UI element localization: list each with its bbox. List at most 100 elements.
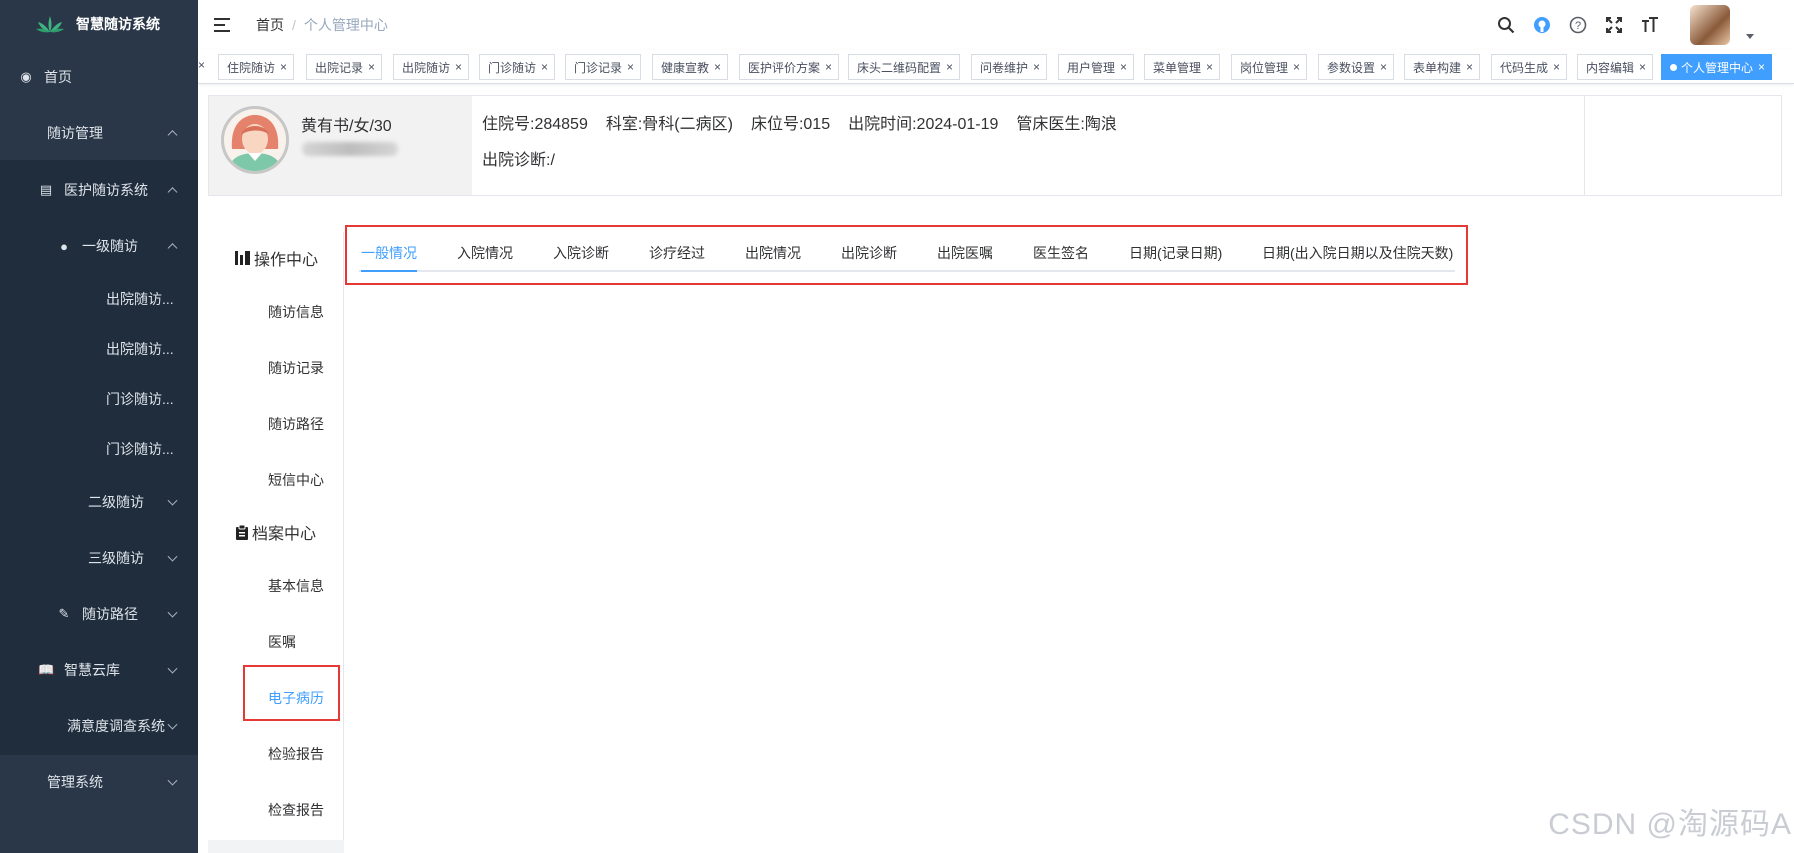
tag-label: 代码生成 xyxy=(1500,60,1549,75)
department: 科室:骨科(二病区) xyxy=(605,116,733,133)
caret-down-icon[interactable] xyxy=(1746,33,1754,39)
sidebar-item-nursing-followup[interactable]: ▤ 医护随访系统 xyxy=(0,162,198,218)
patient-profile: 黄有书/女/30 xyxy=(209,96,472,195)
ops-item-followup-path[interactable]: 随访路径 xyxy=(268,414,324,434)
help-icon[interactable]: ? xyxy=(1568,15,1588,35)
patient-card-right-panel xyxy=(1584,96,1781,195)
sidebar-item-satisfaction[interactable]: 满意度调查系统 xyxy=(0,698,198,754)
tag-form-builder[interactable]: 表单构建 × xyxy=(1404,54,1481,80)
tag-code-generation[interactable]: 代码生成 × xyxy=(1491,54,1568,80)
sidebar-item-discharge-followup-2[interactable]: 出院随访... xyxy=(0,321,198,377)
sidebar-item-outpatient-followup-1[interactable]: 门诊随访... xyxy=(0,371,198,427)
sidebar: 智慧随访系统 ◉ 首页 随访管理 ▤ 医护随访系统 ● 一级随访 出院随访...… xyxy=(0,0,198,853)
breadcrumb: 首页 / 个人管理中心 xyxy=(256,15,388,35)
sidebar-item-followup-management[interactable]: 随访管理 xyxy=(0,105,198,161)
close-icon[interactable]: × xyxy=(1639,60,1646,74)
ops-item-followup-record[interactable]: 随访记录 xyxy=(268,358,324,378)
ops-item-exam-report[interactable]: 检查报告 xyxy=(268,800,324,820)
close-icon[interactable]: × xyxy=(1033,60,1040,74)
font-size-icon[interactable] xyxy=(1640,15,1660,35)
chevron-up-icon xyxy=(167,243,178,254)
chevron-down-icon xyxy=(167,719,178,730)
sidebar-item-label: 满意度调查系统 xyxy=(67,718,165,734)
tag-qrcode-config[interactable]: 床头二维码配置 × xyxy=(848,54,961,80)
discharge-diagnosis: 出院诊断:/ xyxy=(482,152,555,169)
sidebar-item-outpatient-followup-2[interactable]: 门诊随访... xyxy=(0,421,198,477)
tag-parameter-settings[interactable]: 参数设置 × xyxy=(1318,54,1395,80)
tag-menu-management[interactable]: 菜单管理 × xyxy=(1144,54,1221,80)
sidebar-item-home[interactable]: ◉ 首页 xyxy=(0,49,198,105)
breadcrumb-separator: / xyxy=(292,17,296,33)
close-icon[interactable]: × xyxy=(714,60,721,74)
close-icon[interactable]: × xyxy=(825,60,832,74)
tag-label: 用户管理 xyxy=(1067,60,1116,75)
ops-section-archive: 档案中心 xyxy=(234,520,316,544)
tag-post-management[interactable]: 岗位管理 × xyxy=(1231,54,1308,80)
tag-label: 医护评价方案 xyxy=(748,60,821,75)
tag-close-partial[interactable]: × xyxy=(198,58,205,72)
edit-icon: ✎ xyxy=(58,606,70,621)
ops-section-operation: 操作中心 xyxy=(234,246,318,270)
tag-outpatient-followup[interactable]: 门诊随访 × xyxy=(479,54,556,80)
close-icon[interactable]: × xyxy=(1293,60,1300,74)
chevron-up-icon xyxy=(167,130,178,141)
tag-inpatient-followup[interactable]: 住院随访 × xyxy=(218,54,295,80)
sidebar-item-label: 管理系统 xyxy=(47,774,103,790)
chevron-up-icon xyxy=(167,187,178,198)
user-avatar[interactable] xyxy=(1690,5,1730,45)
sidebar-item-smart-cloud[interactable]: 📖 智慧云库 xyxy=(0,642,198,698)
tag-personal-center[interactable]: 个人管理中心 × xyxy=(1661,54,1773,80)
close-icon[interactable]: × xyxy=(1120,60,1127,74)
table-icon: ▤ xyxy=(39,182,53,197)
close-icon[interactable]: × xyxy=(946,60,953,74)
book-icon: 📖 xyxy=(38,662,55,677)
ops-section-title: 操作中心 xyxy=(254,252,319,269)
fullscreen-icon[interactable] xyxy=(1604,15,1624,35)
sidebar-item-followup-path[interactable]: ✎ 随访路径 xyxy=(0,586,198,642)
chevron-down-icon xyxy=(167,663,178,674)
tag-label: 门诊随访 xyxy=(488,60,537,75)
close-icon[interactable]: × xyxy=(1380,60,1387,74)
close-icon[interactable]: × xyxy=(1553,60,1560,74)
hamburger-icon[interactable] xyxy=(214,17,232,33)
tag-discharge-record[interactable]: 出院记录 × xyxy=(306,54,383,80)
ops-item-medical-orders[interactable]: 医嘱 xyxy=(268,632,296,652)
close-icon[interactable]: × xyxy=(627,60,634,74)
tag-evaluation-plan[interactable]: 医护评价方案 × xyxy=(739,54,840,80)
dashboard-icon: ◉ xyxy=(20,69,32,84)
ops-item-lab-report[interactable]: 检验报告 xyxy=(268,744,324,764)
search-icon[interactable] xyxy=(1496,15,1516,35)
app-logo[interactable]: 智慧随访系统 xyxy=(0,0,198,48)
close-icon[interactable]: × xyxy=(280,60,287,74)
sidebar-item-discharge-followup-1[interactable]: 出院随访... xyxy=(0,271,198,327)
ops-item-followup-info[interactable]: 随访信息 xyxy=(268,302,324,322)
sidebar-item-level3[interactable]: 三级随访 xyxy=(0,530,198,586)
close-icon[interactable]: × xyxy=(541,60,548,74)
discharge-time: 出院时间:2024-01-19 xyxy=(848,116,999,133)
ops-item-sms-center[interactable]: 短信中心 xyxy=(268,470,324,490)
tag-content-editor[interactable]: 内容编辑 × xyxy=(1577,54,1654,80)
tag-questionnaire[interactable]: 问卷维护 × xyxy=(971,54,1048,80)
tag-label: 内容编辑 xyxy=(1586,60,1635,75)
sidebar-item-label: 二级随访 xyxy=(88,494,144,510)
sidebar-item-level1[interactable]: ● 一级随访 xyxy=(0,218,198,274)
ops-item-basic-info[interactable]: 基本信息 xyxy=(268,576,324,596)
tag-health-education[interactable]: 健康宣教 × xyxy=(652,54,729,80)
breadcrumb-home[interactable]: 首页 xyxy=(256,15,284,35)
close-icon[interactable]: × xyxy=(1466,60,1473,74)
tag-label: 菜单管理 xyxy=(1153,60,1202,75)
ops-scroll-area xyxy=(208,840,344,853)
close-icon[interactable]: × xyxy=(1206,60,1213,74)
close-icon[interactable]: × xyxy=(368,60,375,74)
github-icon[interactable] xyxy=(1532,15,1552,35)
sidebar-item-level2[interactable]: 二级随访 xyxy=(0,474,198,530)
chevron-down-icon xyxy=(167,551,178,562)
tag-user-management[interactable]: 用户管理 × xyxy=(1058,54,1135,80)
tag-discharge-followup[interactable]: 出院随访 × xyxy=(393,54,470,80)
sidebar-item-admin[interactable]: 管理系统 xyxy=(0,754,198,810)
close-icon[interactable]: × xyxy=(455,60,462,74)
tag-label: 岗位管理 xyxy=(1240,60,1289,75)
bed-number: 床位号:015 xyxy=(750,116,831,133)
tag-outpatient-record[interactable]: 门诊记录 × xyxy=(565,54,642,80)
close-icon[interactable]: × xyxy=(1758,60,1765,74)
